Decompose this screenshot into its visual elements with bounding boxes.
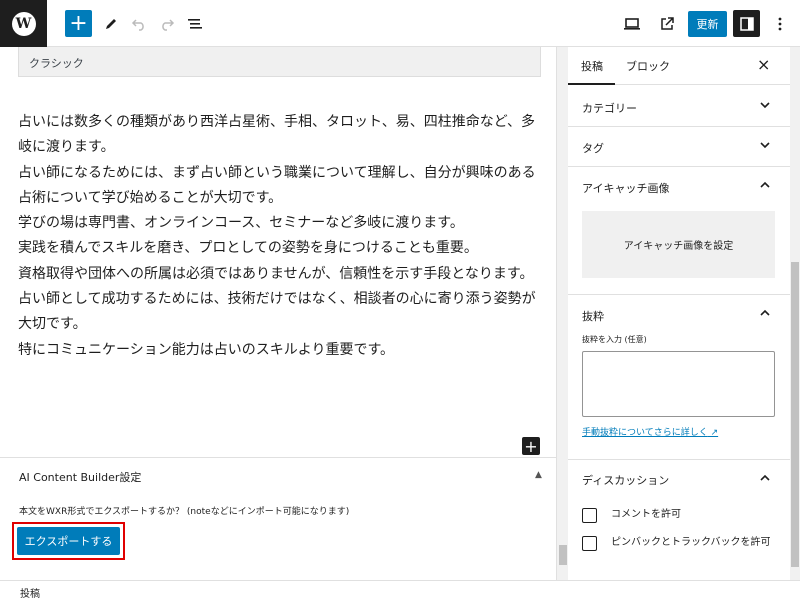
tab-block[interactable]: ブロック (626, 58, 670, 74)
desktop-preview-icon (623, 17, 640, 30)
chevron-up-icon[interactable] (760, 181, 770, 189)
breadcrumb: 投稿 (0, 580, 800, 600)
excerpt-help-link[interactable]: 手動抜粋についてさらに詳しく ↗ (582, 425, 718, 438)
wordpress-logo-button[interactable]: W (0, 0, 47, 47)
paragraph[interactable]: 占いには数多くの種類があり西洋占星術、手相、タロット、易、四柱推命など、多岐に渡… (18, 110, 540, 161)
set-featured-image-button[interactable]: アイキャッチ画像を設定 (582, 211, 775, 278)
options-menu-button[interactable] (766, 10, 793, 37)
chevron-up-icon[interactable] (760, 474, 770, 482)
collapse-caret-icon[interactable]: ▲ (535, 470, 542, 480)
allow-pingbacks-checkbox[interactable] (582, 536, 597, 551)
more-vertical-icon (778, 17, 781, 30)
list-view-icon (187, 18, 202, 29)
undo-icon (131, 18, 144, 31)
block-inserter-button[interactable]: + (522, 437, 540, 456)
add-block-button[interactable]: + (65, 10, 92, 37)
editor-canvas: クラシック 占いには数多くの種類があり西洋占星術、手相、タロット、易、四柱推命な… (0, 47, 556, 580)
excerpt-label: 抜粋を入力 (任意) (582, 335, 647, 344)
chevron-down-icon (760, 142, 770, 149)
allow-comments-checkbox[interactable] (582, 508, 597, 523)
paragraph[interactable]: 学びの場は専門書、オンラインコース、セミナーなど多岐に渡ります。 (18, 211, 540, 236)
post-content[interactable]: 占いには数多くの種類があり西洋占星術、手相、タロット、易、四柱推命など、多岐に渡… (18, 110, 540, 363)
redo-button[interactable] (153, 10, 180, 37)
classic-block-toolbar[interactable]: クラシック (18, 47, 541, 77)
excerpt-textarea[interactable] (582, 351, 775, 417)
panel-title: タグ (582, 142, 604, 155)
settings-toggle-button[interactable] (733, 10, 760, 37)
view-post-button[interactable] (653, 10, 680, 37)
paragraph[interactable]: 特にコミュニケーション能力は占いのスキルより重要です。 (18, 338, 540, 363)
tab-post[interactable]: 投稿 (568, 58, 615, 85)
document-overview-button[interactable] (181, 10, 208, 37)
panel-discussion: ディスカッション コメントを許可 ピンバックとトラックバックを許可 (568, 460, 790, 580)
redo-icon (161, 18, 174, 31)
chevron-up-icon[interactable] (760, 309, 770, 317)
scrollbar-thumb[interactable] (559, 545, 567, 565)
chevron-down-icon (760, 102, 770, 109)
sidebar-settings-icon (739, 16, 754, 31)
checkbox-label: コメントを許可 (611, 509, 681, 520)
preview-button[interactable] (618, 10, 645, 37)
allow-pingbacks-option: ピンバックとトラックバックを許可 (582, 536, 771, 551)
ai-content-builder-metabox: AI Content Builder設定 ▲ 本文をWXR形式でエクスポートする… (0, 457, 556, 580)
close-icon[interactable]: × (757, 55, 770, 74)
panel-excerpt: 抜粋 抜粋を入力 (任意) 手動抜粋についてさらに詳しく ↗ (568, 295, 790, 460)
paragraph[interactable]: 占い師として成功するためには、技術だけではなく、相談者の心に寄り添う姿勢が大切で… (18, 287, 540, 338)
paragraph[interactable]: 資格取得や団体への所属は必須ではありませんが、信頼性を示す手段となります。 (18, 262, 540, 287)
panel-tags[interactable]: タグ (568, 127, 790, 167)
scrollbar-thumb[interactable] (791, 262, 799, 567)
paragraph[interactable]: 実践を積んでスキルを磨き、プロとしての姿勢を身につけることも重要。 (18, 236, 540, 261)
panel-title[interactable]: アイキャッチ画像 (582, 180, 669, 196)
settings-sidebar: 投稿 ブロック × カテゴリー タグ アイキャッチ画像 アイキャッチ画像を設定 … (568, 47, 790, 580)
tools-pencil-button[interactable] (97, 10, 124, 37)
sidebar-tabs: 投稿 ブロック × (568, 47, 790, 85)
paragraph[interactable]: 占い師になるためには、まず占い師という職業について理解し、自分が興味のある占術に… (18, 161, 540, 212)
sidebar-scrollbar[interactable] (790, 47, 800, 580)
pencil-icon (105, 18, 116, 29)
metabox-title: AI Content Builder設定 (19, 471, 142, 484)
editor-scrollbar[interactable] (556, 47, 568, 580)
external-link-icon: ↗ (707, 428, 719, 438)
checkbox-label: ピンバックとトラックバックを許可 (611, 537, 771, 548)
panel-title[interactable]: 抜粋 (582, 308, 604, 324)
panel-featured-image: アイキャッチ画像 アイキャッチ画像を設定 (568, 167, 790, 295)
panel-title: カテゴリー (582, 102, 637, 115)
undo-button[interactable] (125, 10, 152, 37)
breadcrumb-item[interactable]: 投稿 (20, 589, 40, 600)
external-link-icon (660, 16, 674, 30)
metabox-description: 本文をWXR形式でエクスポートするか？ (noteなどにインポート可能になります… (19, 507, 350, 517)
export-button[interactable]: エクスポートする (17, 527, 120, 555)
update-button[interactable]: 更新 (688, 11, 727, 37)
panel-category[interactable]: カテゴリー (568, 87, 790, 127)
editor-header: W + 更新 (0, 0, 800, 47)
allow-comments-option: コメントを許可 (582, 508, 771, 523)
wordpress-icon: W (11, 11, 36, 36)
panel-title[interactable]: ディスカッション (582, 472, 669, 488)
